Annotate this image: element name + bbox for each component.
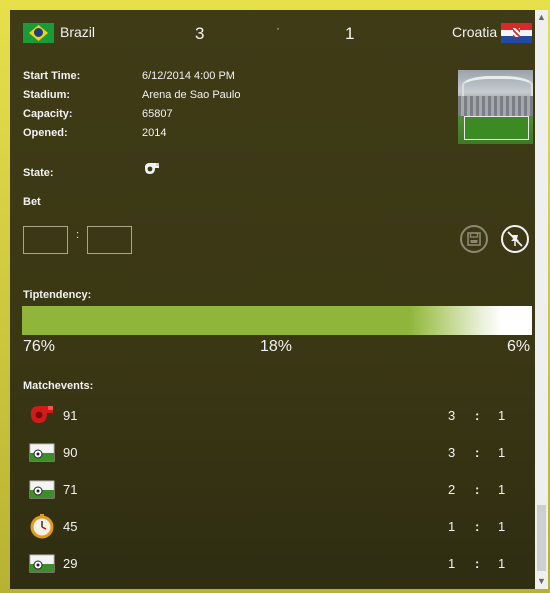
opened-label: Opened: [23, 127, 68, 139]
start-time-value: 6/12/2014 4:00 PM [142, 70, 235, 82]
home-score: 3 [195, 24, 205, 43]
home-team-name: Brazil [60, 24, 96, 40]
event-home-score: 3 [448, 445, 456, 460]
event-away-score: 1 [498, 408, 506, 423]
away-team-name: Croatia [452, 24, 498, 40]
away-bet-input[interactable] [87, 226, 132, 254]
croatia-flag-icon [501, 23, 532, 43]
scroll-up-icon[interactable]: ▲ [537, 12, 546, 22]
save-icon [467, 232, 481, 246]
vertical-scrollbar[interactable]: ▲ ▼ [535, 10, 548, 589]
event-score-colon: : [475, 445, 480, 460]
red-whistle-icon [31, 406, 53, 423]
event-away-score: 1 [498, 445, 506, 460]
match-details-panel: Brazil 3 · 1 Croatia Start Time: 6/12/20… [10, 10, 535, 589]
opened-value: 2014 [142, 127, 167, 139]
bet-label: Bet [23, 196, 41, 208]
event-minute: 91 [63, 408, 78, 423]
home-win-percentage: 76% [23, 338, 56, 355]
draw-percentage: 18% [260, 338, 293, 355]
unpin-icon [507, 231, 523, 247]
list-item: 91 3 : 1 [10, 402, 535, 432]
tiptendency-bar [22, 306, 532, 335]
whistle-icon [145, 163, 159, 174]
capacity-value: 65807 [142, 108, 173, 120]
state-label: State: [23, 167, 54, 179]
event-score-colon: : [475, 519, 480, 534]
list-item: 71 2 : 1 [10, 476, 535, 506]
scroll-down-icon[interactable]: ▼ [537, 576, 546, 586]
event-away-score: 1 [498, 482, 506, 497]
stadium-value: Arena de Sao Paulo [142, 89, 241, 101]
event-away-score: 1 [498, 556, 506, 571]
event-home-score: 1 [448, 556, 456, 571]
event-away-score: 1 [498, 519, 506, 534]
tiptendency-label: Tiptendency: [23, 289, 92, 301]
list-item: 29 1 : 1 [10, 550, 535, 580]
event-score-colon: : [475, 408, 480, 423]
event-minute: 45 [63, 519, 78, 534]
save-bet-button[interactable] [460, 225, 488, 253]
event-home-score: 2 [448, 482, 456, 497]
away-score: 1 [345, 24, 355, 43]
capacity-label: Capacity: [23, 108, 73, 120]
event-minute: 71 [63, 482, 78, 497]
event-home-score: 3 [448, 408, 456, 423]
score-separator: · [276, 21, 280, 35]
event-score-colon: : [475, 556, 480, 571]
event-home-score: 1 [448, 519, 456, 534]
start-time-label: Start Time: [23, 70, 81, 82]
bet-colon: : [76, 229, 80, 241]
brazil-flag-icon [23, 23, 54, 43]
away-win-percentage: 6% [507, 338, 531, 355]
list-item: 90 3 : 1 [10, 439, 535, 469]
goal-icon [29, 554, 55, 573]
matchevents-label: Matchevents: [23, 380, 94, 392]
stadium-image [458, 70, 533, 144]
stopwatch-icon [30, 514, 54, 539]
goal-icon [29, 443, 55, 462]
scrollbar-thumb[interactable] [537, 505, 546, 571]
event-minute: 90 [63, 445, 78, 460]
event-minute: 29 [63, 556, 78, 571]
list-item: 45 1 : 1 [10, 513, 535, 543]
clear-bet-button[interactable] [501, 225, 529, 253]
home-bet-input[interactable] [23, 226, 68, 254]
event-score-colon: : [475, 482, 480, 497]
stadium-label: Stadium: [23, 89, 71, 101]
goal-icon [29, 480, 55, 499]
